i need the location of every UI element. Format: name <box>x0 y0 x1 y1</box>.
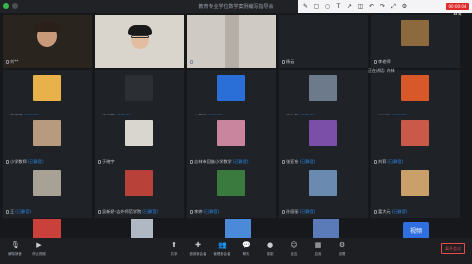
participant-avatar <box>309 170 337 196</box>
participant-name: 富大元 (已静音) <box>374 209 407 215</box>
participant-video <box>95 15 184 68</box>
participant-name: 李婷 (已静音) <box>190 209 219 215</box>
undo-icon[interactable]: ↶ <box>368 3 375 10</box>
gear-icon: ⚙ <box>338 241 346 249</box>
participant-avatar <box>33 120 61 146</box>
participant-name: 李老师 <box>374 59 391 65</box>
mic-icon <box>282 210 285 214</box>
participant-tile[interactable]: 李老师 <box>371 15 460 68</box>
record-icon: ● <box>266 241 274 249</box>
participant-avatar <box>33 75 61 101</box>
participant-tile[interactable]: 李婷 (已静音) <box>187 165 276 218</box>
participant-avatar <box>401 75 429 101</box>
participant-avatar <box>401 120 429 146</box>
participant-tile[interactable]: 杨云 <box>279 15 368 68</box>
mic-icon <box>374 210 377 214</box>
camera-icon: ▶ <box>36 241 42 249</box>
chat-button[interactable]: 💬 聊天 <box>234 241 258 256</box>
settings-button[interactable]: ⚙ 设置 <box>330 241 354 256</box>
participant-tile[interactable]: 吉林市回族小学数学 (已静音) <box>187 115 276 168</box>
participant-avatar <box>313 219 339 238</box>
mic-off-icon: 🎙 <box>11 241 20 249</box>
apps-icon: ▦ <box>314 241 322 249</box>
meeting-window: 教育专业学位数学案例编写指导会 ✎ ▢ ○ T ↗ ◫ ↶ ↷ ⤢ ⚙ 00:0… <box>0 0 472 264</box>
share-icon: ⬆ <box>171 241 177 249</box>
participant-avatar <box>125 75 153 101</box>
mic-icon <box>282 60 285 64</box>
participant-avatar <box>131 219 153 238</box>
stop-video-button[interactable]: ▶ 停止视频 <box>27 241 51 256</box>
participant-name: 黄婷 <box>190 59 202 65</box>
participant-tile[interactable]: 富大元 (已静音) <box>371 165 460 218</box>
unmute-button[interactable]: 🎙 解除静音 <box>3 241 27 256</box>
participant-avatar <box>401 170 429 196</box>
text-icon[interactable]: T <box>335 3 342 10</box>
participant-tile[interactable]: 刘莉 (已静音) <box>371 115 460 168</box>
participant-avatar <box>225 219 251 238</box>
redo-icon[interactable]: ↷ <box>379 3 386 10</box>
participant-tile[interactable]: 于晓宇 <box>95 115 184 168</box>
participant-tile[interactable]: 小学数师 (已静音) <box>3 115 92 168</box>
share-button[interactable]: ⬆ 共享 <box>162 241 186 256</box>
speaking-indicator: 正在讲话: 许林 <box>368 68 395 73</box>
mic-icon <box>6 160 9 164</box>
participant-name: 吴新娇-吉外师范学院 (已静音) <box>98 209 158 215</box>
mic-icon <box>190 160 193 164</box>
settings-icon[interactable]: ⚙ <box>401 3 408 10</box>
mic-icon <box>6 60 9 64</box>
circle-icon[interactable]: ○ <box>324 3 331 10</box>
users-icon: 👥 <box>218 241 227 249</box>
participant-tile[interactable]: 王 (已静音) <box>3 165 92 218</box>
participant-name: 王 (已静音) <box>6 209 31 215</box>
participant-avatar <box>401 20 429 46</box>
participant-tile[interactable]: 吴新娇-吉外师范学院 (已静音) <box>95 165 184 218</box>
participant-tile[interactable] <box>95 15 184 68</box>
reaction-button[interactable]: ☺ 反应 <box>282 241 306 256</box>
participant-avatar <box>33 219 61 238</box>
smile-icon: ☺ <box>290 241 298 249</box>
participant-avatar <box>309 75 337 101</box>
leave-meeting-button[interactable]: 离开会议 <box>441 243 465 254</box>
participant-name: 杨云 <box>282 59 294 65</box>
arrow-icon[interactable]: ↗ <box>346 3 353 10</box>
participant-tile[interactable]: 黄婷 <box>187 15 276 68</box>
participant-avatar <box>309 120 337 146</box>
annotation-toolbar: ✎ ▢ ○ T ↗ ◫ ↶ ↷ ⤢ ⚙ 00:00:04 取消 <box>298 0 472 16</box>
mic-icon <box>6 210 9 214</box>
participant-avatar <box>217 120 245 146</box>
manage-participants-button[interactable]: 👥 管理参会者 <box>210 241 234 256</box>
participant-name: 孙丽丽 (已静音) <box>282 209 315 215</box>
mic-icon <box>98 160 101 164</box>
record-button[interactable]: ● 录制 <box>258 241 282 256</box>
participant-avatar <box>217 170 245 196</box>
pencil-icon[interactable]: ✎ <box>302 3 309 10</box>
participant-tile[interactable]: 孙丽丽 (已静音) <box>279 165 368 218</box>
mic-icon <box>98 210 101 214</box>
apps-button[interactable]: ▦ 应用 <box>306 241 330 256</box>
add-user-icon: ✚ <box>195 241 201 249</box>
mic-icon <box>374 60 377 64</box>
participant-avatar <box>217 75 245 101</box>
invite-button[interactable]: ✚ 邀请参会者 <box>186 241 210 256</box>
fullscreen-icon[interactable]: ⤢ <box>390 3 397 10</box>
mic-icon <box>190 60 193 64</box>
mic-icon <box>374 160 377 164</box>
recording-timer[interactable]: 00:00:04 取消 <box>446 3 469 16</box>
participant-avatar <box>125 170 153 196</box>
participant-tile[interactable]: 刘** <box>3 15 92 68</box>
participant-tile[interactable]: 张亚东 (已静音) <box>279 115 368 168</box>
participant-name: 刘** <box>6 59 18 65</box>
mic-icon <box>282 160 285 164</box>
eraser-icon[interactable]: ◫ <box>357 3 364 10</box>
participant-avatar <box>125 120 153 146</box>
chat-icon: 💬 <box>242 241 251 249</box>
participant-avatar <box>33 170 61 196</box>
rect-icon[interactable]: ▢ <box>313 3 320 10</box>
meeting-toolbar: 🎙 解除静音 ▶ 停止视频 ⬆ 共享 ✚ 邀请参会者 👥 管理参会者 💬 聊天 ● 录制 ☺ 反… <box>0 238 472 264</box>
mic-icon <box>190 210 193 214</box>
